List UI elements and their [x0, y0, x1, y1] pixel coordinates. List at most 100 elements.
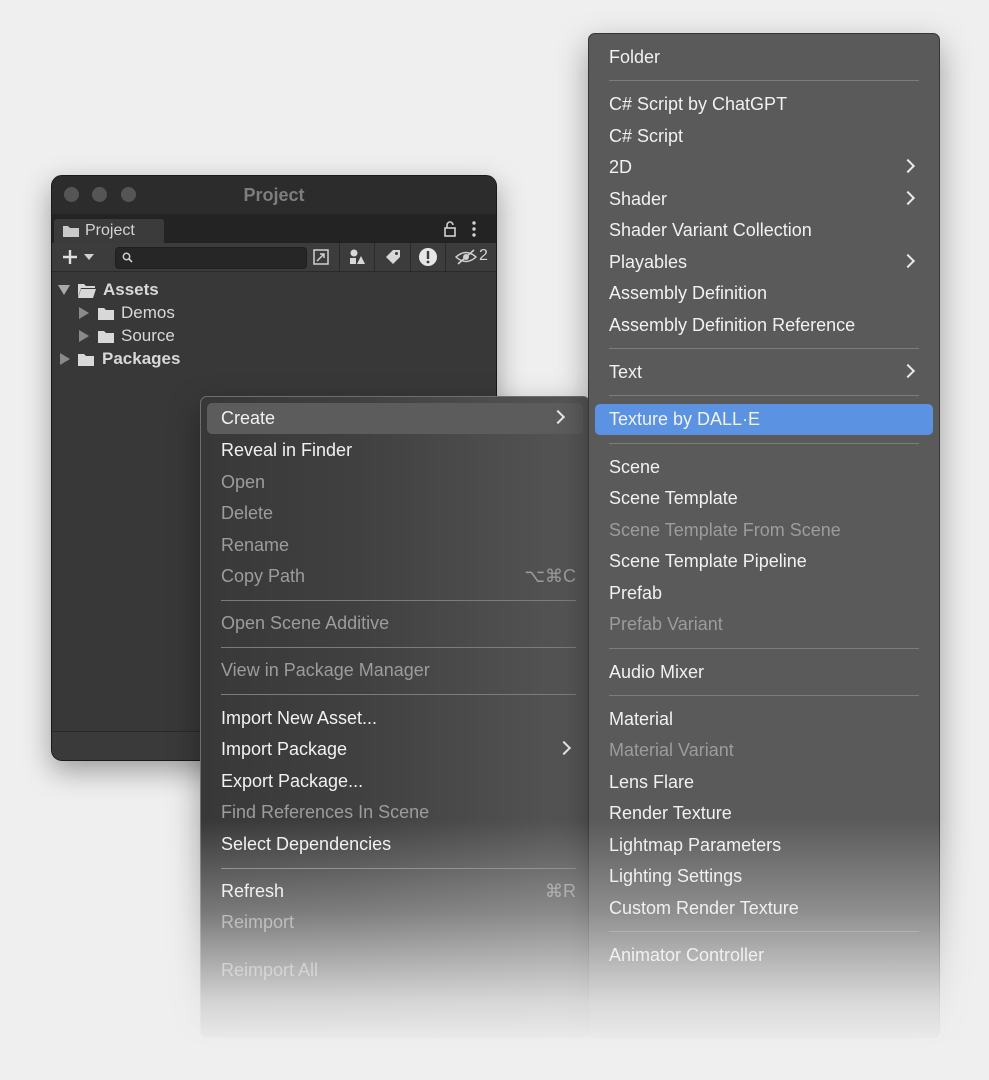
- menu-item-label: Custom Render Texture: [609, 898, 799, 918]
- collapsed-arrow-icon: [79, 330, 89, 342]
- menu-item-custom-render-texture[interactable]: Custom Render Texture: [589, 893, 939, 924]
- menu-item-shader[interactable]: Shader: [589, 184, 939, 215]
- menu-item-lighting-settings[interactable]: Lighting Settings: [589, 861, 939, 892]
- filter-warnings-button[interactable]: [410, 243, 446, 271]
- tab-row: Project: [52, 214, 496, 243]
- menu-item-import-new-asset[interactable]: Import New Asset...: [201, 703, 589, 734]
- chevron-right-icon: [900, 363, 916, 379]
- menu-item-label: Scene Template: [609, 488, 738, 508]
- menu-item-texture-by-dalle[interactable]: Texture by DALL·E: [595, 404, 933, 435]
- menu-item-label: Folder: [609, 47, 661, 67]
- lock-icon[interactable]: [443, 221, 457, 237]
- menu-item-render-texture[interactable]: Render Texture: [589, 798, 939, 829]
- menu-item-reimport-all: Reimport All: [201, 955, 589, 986]
- menu-item-label: Material Variant: [609, 740, 734, 760]
- menu-item-label: Lightmap Parameters: [609, 835, 782, 855]
- menu-separator: [221, 647, 576, 648]
- menu-separator: [609, 931, 919, 932]
- menu-item-label: Find References In Scene: [221, 802, 430, 822]
- menu-item-label: Open: [221, 472, 266, 492]
- menu-item-scene-template-from-scene: Scene Template From Scene: [589, 515, 939, 546]
- create-submenu: Folder C# Script by ChatGPT C# Script 2D…: [588, 33, 940, 1038]
- menu-item-select-dependencies[interactable]: Select Dependencies: [201, 829, 589, 860]
- search-by-type-icon[interactable]: [312, 248, 330, 266]
- collapsed-arrow-icon: [60, 353, 70, 365]
- menu-separator: [609, 395, 919, 396]
- menu-item-csharp-script[interactable]: C# Script: [589, 121, 939, 152]
- chevron-right-icon: [900, 190, 916, 206]
- more-options-icon[interactable]: [470, 220, 478, 238]
- menu-item-label: Reveal in Finder: [221, 440, 353, 460]
- menu-item-audio-mixer[interactable]: Audio Mixer: [589, 657, 939, 688]
- menu-item-label: Shader: [609, 189, 668, 209]
- context-menu: Create Reveal in Finder Open Delete Rena…: [200, 396, 590, 1038]
- menu-item-label: Lens Flare: [609, 772, 695, 792]
- folder-icon: [98, 331, 114, 343]
- menu-separator: [609, 443, 919, 444]
- eye-slash-icon: [455, 249, 477, 265]
- hidden-packages-toggle[interactable]: 2: [445, 243, 496, 271]
- menu-item-create[interactable]: Create: [207, 403, 583, 434]
- menu-item-label: Rename: [221, 535, 290, 555]
- filter-by-label-button[interactable]: [374, 243, 411, 271]
- menu-item-lens-flare[interactable]: Lens Flare: [589, 767, 939, 798]
- menu-item-import-package[interactable]: Import Package: [201, 734, 589, 765]
- title-bar[interactable]: Project: [52, 176, 496, 214]
- menu-item-animator-controller[interactable]: Animator Controller: [589, 940, 939, 971]
- menu-item-prefab[interactable]: Prefab: [589, 578, 939, 609]
- folder-icon: [78, 354, 94, 366]
- menu-item-export-package[interactable]: Export Package...: [201, 766, 589, 797]
- menu-item-label: Scene: [609, 457, 661, 477]
- menu-item-csharp-script-chatgpt[interactable]: C# Script by ChatGPT: [589, 89, 939, 120]
- shortcut-label: ⌘R: [545, 881, 576, 901]
- folder-icon: [63, 226, 79, 237]
- menu-item-label: Texture by DALL·E: [609, 409, 761, 429]
- tree-item-label: Demos: [121, 303, 175, 322]
- create-dropdown-button[interactable]: [58, 245, 100, 269]
- menu-item-rename: Rename: [201, 530, 589, 561]
- menu-item-2d[interactable]: 2D: [589, 152, 939, 183]
- menu-item-label: Assembly Definition Reference: [609, 315, 856, 335]
- menu-item-lightmap-parameters[interactable]: Lightmap Parameters: [589, 830, 939, 861]
- chevron-down-icon: [84, 254, 94, 260]
- tree-item-label: Source: [121, 326, 175, 345]
- menu-item-reveal-in-finder[interactable]: Reveal in Finder: [201, 435, 589, 466]
- warning-icon: [419, 248, 437, 266]
- menu-item-text[interactable]: Text: [589, 357, 939, 388]
- menu-item-label: Playables: [609, 252, 688, 272]
- menu-item-label: Import Package: [221, 739, 348, 759]
- menu-item-label: C# Script by ChatGPT: [609, 94, 788, 114]
- menu-item-scene[interactable]: Scene: [589, 452, 939, 483]
- menu-separator: [609, 80, 919, 81]
- menu-item-scene-template-pipeline[interactable]: Scene Template Pipeline: [589, 546, 939, 577]
- menu-item-view-in-package-manager: View in Package Manager: [201, 655, 589, 686]
- chevron-right-icon: [900, 253, 916, 269]
- menu-item-assembly-definition-reference[interactable]: Assembly Definition Reference: [589, 310, 939, 341]
- menu-item-playables[interactable]: Playables: [589, 247, 939, 278]
- project-toolbar: 2: [52, 243, 496, 272]
- menu-item-label: Audio Mixer: [609, 662, 705, 682]
- tab-label: Project: [85, 222, 135, 239]
- search-input[interactable]: [115, 247, 307, 269]
- menu-item-folder[interactable]: Folder: [589, 42, 939, 73]
- menu-item-label: Reimport: [221, 912, 295, 932]
- menu-item-label: Assembly Definition: [609, 283, 768, 303]
- tab-project[interactable]: Project: [54, 219, 164, 243]
- menu-item-label: C# Script: [609, 126, 684, 146]
- menu-item-shader-variant-collection[interactable]: Shader Variant Collection: [589, 215, 939, 246]
- menu-item-reimport: Reimport: [201, 907, 589, 938]
- menu-item-prefab-variant: Prefab Variant: [589, 609, 939, 640]
- menu-item-label: Select Dependencies: [221, 834, 392, 854]
- menu-item-label: Export Package...: [221, 771, 364, 791]
- menu-separator: [221, 694, 576, 695]
- menu-item-assembly-definition[interactable]: Assembly Definition: [589, 278, 939, 309]
- plus-icon: [63, 250, 77, 264]
- collapsed-arrow-icon: [79, 307, 89, 319]
- tree-item-label: Packages: [102, 349, 181, 368]
- menu-item-open: Open: [201, 467, 589, 498]
- menu-item-label: Prefab: [609, 583, 663, 603]
- menu-item-material[interactable]: Material: [589, 704, 939, 735]
- filter-by-type-button[interactable]: [339, 243, 375, 271]
- menu-item-scene-template[interactable]: Scene Template: [589, 483, 939, 514]
- menu-item-refresh[interactable]: Refresh ⌘R: [201, 876, 589, 907]
